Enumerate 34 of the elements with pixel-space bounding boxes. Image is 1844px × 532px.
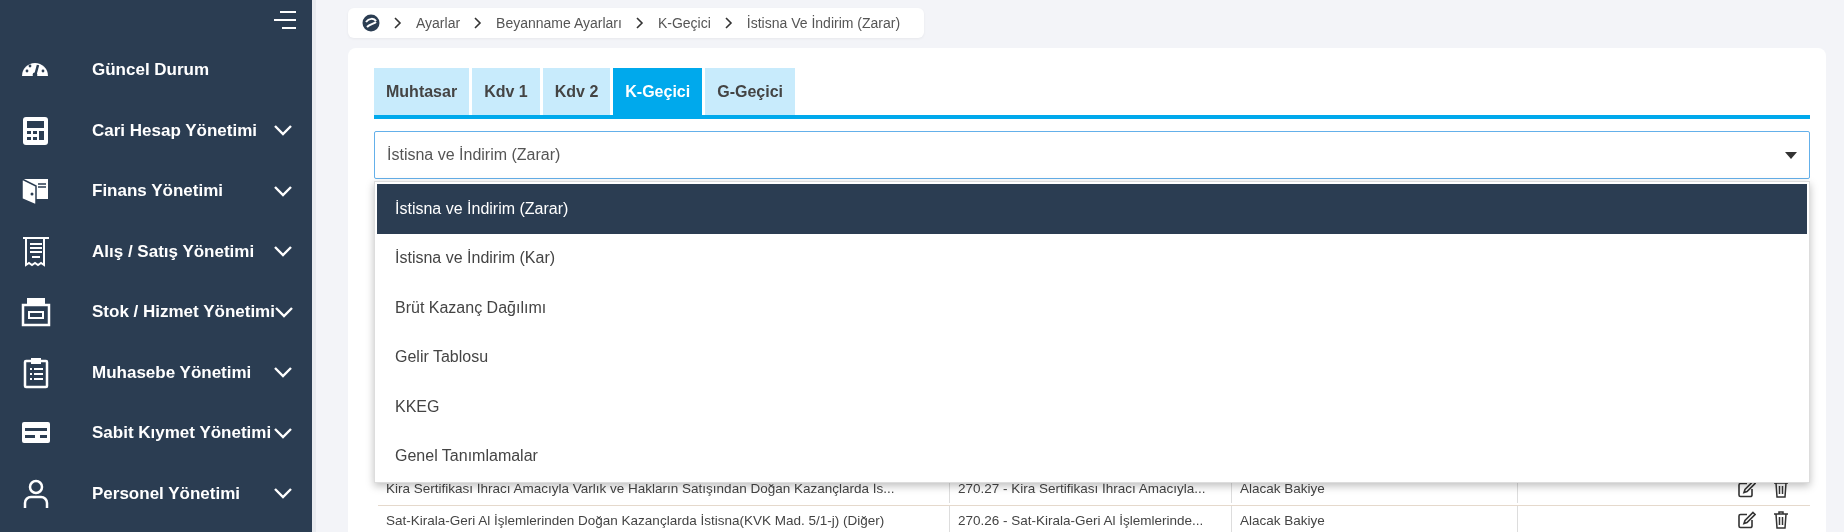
sidebar-item[interactable]: Sabit Kıymet Yönetimi — [0, 403, 312, 464]
home-logo-icon[interactable] — [362, 14, 380, 32]
tab[interactable]: G-Geçici — [705, 68, 795, 115]
sidebar-item[interactable]: Muhasebe Yönetimi — [0, 342, 312, 403]
sidebar-item[interactable]: Alış / Satış Yönetimi — [0, 221, 312, 282]
sidebar-item[interactable]: Güncel Durum — [0, 40, 312, 101]
breadcrumb-link[interactable]: Ayarlar — [416, 15, 461, 31]
table-cell: Alacak Bakiye — [1232, 506, 1518, 532]
trash-icon[interactable] — [1774, 511, 1788, 529]
chevron-icon — [724, 17, 733, 29]
dropdown-option[interactable]: KKEG — [377, 382, 1807, 432]
dropdown-option[interactable]: Gelir Tablosu — [377, 332, 1807, 382]
breadcrumb-link[interactable]: Beyanname Ayarları — [496, 15, 622, 31]
dropdown-option[interactable]: Brüt Kazanç Dağılımı — [377, 283, 1807, 333]
menu-icon[interactable] — [272, 10, 298, 30]
receipt-icon — [20, 235, 52, 268]
dropdown-option[interactable]: İstisna ve İndirim (Kar) — [377, 233, 1807, 283]
table-cell: Sat-Kirala-Geri Al İşlemlerinden Doğan Kazançlarda İstisna(KVK Mad. 5/1-j) (Diğer) — [378, 506, 950, 532]
dropdown-option[interactable]: İstisna ve İndirim (Zarar) — [377, 184, 1807, 234]
sidebar-item[interactable]: Personel Yönetimi — [0, 463, 312, 524]
chevron-icon — [474, 17, 483, 29]
tab[interactable]: Kdv 1 — [472, 68, 540, 115]
chevron-icon — [394, 17, 402, 29]
select-field[interactable]: İstisna ve İndirim (Zarar) — [374, 131, 1810, 179]
table-cell: 270.26 - Sat-Kirala-Geri Al İşlemlerinde... — [950, 506, 1232, 532]
tab[interactable]: Kdv 2 — [542, 68, 611, 115]
breadcrumb-link[interactable]: K-Geçici — [657, 15, 711, 31]
sidebar-item[interactable]: Finans Yönetimi — [0, 161, 312, 222]
edit-icon[interactable] — [1738, 511, 1756, 529]
sidebar-item[interactable]: Stok / Hizmet Yönetimi — [0, 282, 312, 343]
printer-icon — [20, 296, 52, 329]
sidebar-item[interactable]: Cari Hesap Yönetimi — [0, 100, 312, 161]
chevron-icon — [635, 17, 644, 29]
tab[interactable]: Muhtasar — [374, 68, 470, 115]
